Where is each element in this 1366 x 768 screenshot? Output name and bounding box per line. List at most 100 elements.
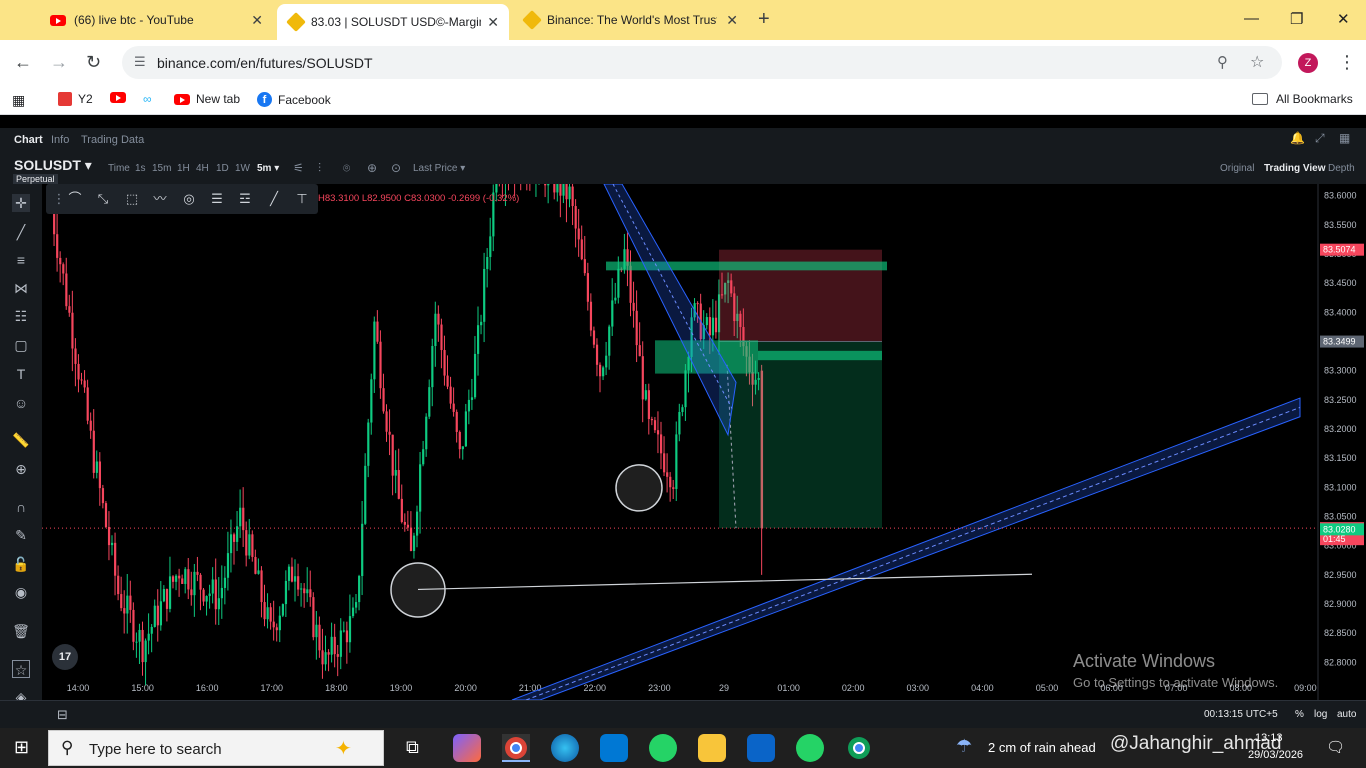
maximize-button[interactable]: ❐: [1290, 10, 1303, 28]
chrome-icon[interactable]: [845, 734, 873, 762]
profile-avatar[interactable]: Z: [1298, 53, 1318, 73]
interval-1h[interactable]: 1H: [177, 163, 190, 174]
close-window-button[interactable]: ✕: [1337, 10, 1350, 28]
all-bookmarks[interactable]: All Bookmarks: [1252, 92, 1353, 106]
store-icon[interactable]: [600, 734, 628, 762]
trash-icon[interactable]: 🗑: [12, 622, 30, 640]
indicators-icon[interactable]: ⚟: [293, 161, 304, 175]
notification-icon[interactable]: 🗨: [1326, 738, 1345, 756]
view-original[interactable]: Original: [1220, 163, 1254, 174]
close-icon[interactable]: ✕: [487, 14, 499, 31]
curve-tool-icon[interactable]: ⌒: [66, 190, 84, 208]
lock-icon[interactable]: 🔓: [12, 555, 30, 573]
new-tab-button[interactable]: +: [758, 8, 770, 31]
channel-tool-icon[interactable]: ☲: [236, 190, 254, 208]
weather-icon[interactable]: ☂: [956, 736, 972, 757]
close-icon[interactable]: ✕: [251, 12, 263, 29]
chart-type-icon[interactable]: ⫶: [318, 161, 321, 176]
auto-toggle[interactable]: auto: [1337, 709, 1356, 720]
view-depth[interactable]: Depth: [1328, 163, 1355, 174]
chrome-icon[interactable]: [502, 734, 530, 762]
price-chart[interactable]: 83.600083.550083.500083.450083.400083.35…: [42, 184, 1366, 700]
parallel-tool-icon[interactable]: ☰: [208, 190, 226, 208]
interval-1s[interactable]: 1s: [135, 163, 146, 174]
interval-time[interactable]: Time: [108, 163, 130, 174]
task-view-icon[interactable]: ⧉: [406, 737, 419, 758]
tab-chart[interactable]: Chart: [14, 134, 43, 146]
draw-mode-icon[interactable]: ✎: [12, 526, 30, 544]
bookmark-y2[interactable]: Y2: [58, 92, 93, 106]
fib-icon[interactable]: ☷: [12, 307, 30, 325]
emoji-icon[interactable]: ☺: [12, 394, 30, 412]
interval-5m[interactable]: 5m ▾: [257, 163, 279, 174]
bookmark-youtube[interactable]: [110, 92, 126, 103]
magnet-icon[interactable]: ∩: [12, 498, 30, 516]
weather-text[interactable]: 2 cm of rain ahead: [988, 740, 1096, 755]
interval-4h[interactable]: 4H: [196, 163, 209, 174]
tab-info[interactable]: Info: [51, 134, 69, 146]
zoom-in-icon[interactable]: ⊕: [12, 460, 30, 478]
symbol-selector[interactable]: SOLUSDT ▾: [14, 157, 92, 174]
forward-icon[interactable]: →: [50, 52, 68, 73]
rectangle-icon[interactable]: ▢: [12, 336, 30, 354]
line-tool-icon[interactable]: ╱: [265, 190, 283, 208]
close-icon[interactable]: ✕: [726, 12, 738, 29]
alert-icon[interactable]: 🔔: [1290, 131, 1305, 145]
outlook-icon[interactable]: [747, 734, 775, 762]
tab-youtube[interactable]: (66) live btc - YouTube ✕: [38, 4, 273, 36]
tradingview-logo[interactable]: 17: [52, 644, 78, 670]
trend-line-icon[interactable]: ╱: [12, 223, 30, 241]
horizontal-lines-icon[interactable]: ≡: [12, 251, 30, 269]
whatsapp-icon[interactable]: [796, 734, 824, 762]
tab-solusdt[interactable]: 83.03 | SOLUSDT USD©-Margin ✕: [277, 4, 509, 40]
address-bar[interactable]: ☰ binance.com/en/futures/SOLUSDT ⚲ ☆: [122, 46, 1282, 79]
ruler-icon[interactable]: 📏: [12, 431, 30, 449]
reload-icon[interactable]: ↻: [86, 52, 101, 73]
expand-icon[interactable]: ⤢: [1315, 131, 1325, 146]
menu-icon[interactable]: ⋮: [1338, 52, 1356, 73]
taskbar-date[interactable]: 29/03/2026: [1248, 749, 1303, 761]
apps-grid-icon[interactable]: ▦: [12, 92, 25, 109]
interval-1w[interactable]: 1W: [235, 163, 250, 174]
minimize-button[interactable]: —: [1244, 10, 1259, 27]
bookmark-new-tab[interactable]: New tab: [174, 92, 240, 106]
grid-icon[interactable]: ▦: [1339, 131, 1350, 145]
add-icon[interactable]: ⊕: [367, 161, 377, 175]
interval-1d[interactable]: 1D: [216, 163, 229, 174]
edge-icon[interactable]: [551, 734, 579, 762]
camera-icon[interactable]: ⌾: [343, 161, 350, 176]
crosshair-icon[interactable]: ✛: [12, 194, 30, 212]
utc-clock[interactable]: 00:13:15 UTC+5: [1204, 709, 1278, 720]
settings-icon[interactable]: ⊙: [391, 161, 401, 175]
candle-body: [376, 321, 379, 342]
whatsapp-icon[interactable]: [649, 734, 677, 762]
ray-tool-icon[interactable]: ⤡: [94, 190, 112, 208]
copilot-icon[interactable]: [453, 734, 481, 762]
windows-start-icon[interactable]: ⊞: [14, 737, 29, 758]
tab-binance[interactable]: Binance: The World's Most Trust ✕: [513, 4, 748, 36]
percent-toggle[interactable]: %: [1295, 709, 1304, 720]
bookmark-star-icon[interactable]: ☆: [1250, 52, 1264, 72]
taskbar-time[interactable]: 13:13: [1255, 732, 1283, 744]
star-icon[interactable]: ☆: [12, 660, 30, 678]
log-toggle[interactable]: log: [1314, 709, 1327, 720]
box-tool-icon[interactable]: ⬚: [123, 190, 141, 208]
file-explorer-icon[interactable]: [698, 734, 726, 762]
bookmark-facebook[interactable]: f Facebook: [257, 92, 331, 107]
date-range-icon[interactable]: ⊟: [57, 707, 68, 723]
zoom-icon[interactable]: ⚲: [1217, 53, 1228, 71]
text-icon[interactable]: T: [12, 365, 30, 383]
path-tool-icon[interactable]: 〰: [151, 190, 169, 208]
bookmark-pinwheel[interactable]: ∞: [143, 92, 152, 106]
price-type-selector[interactable]: Last Price ▾: [413, 163, 465, 174]
back-icon[interactable]: ←: [14, 52, 32, 73]
site-info-icon[interactable]: ☰: [134, 54, 146, 70]
interval-15m[interactable]: 15m: [152, 163, 171, 174]
anchor-tool-icon[interactable]: ⊤: [293, 190, 311, 208]
view-trading-view[interactable]: Trading View: [1264, 163, 1326, 174]
pattern-icon[interactable]: ⋈: [12, 279, 30, 297]
tab-trading-data[interactable]: Trading Data: [81, 134, 144, 146]
taskbar-search[interactable]: ⚲ Type here to search ✦: [48, 730, 384, 766]
circle-tool-icon[interactable]: ◎: [180, 190, 198, 208]
eye-icon[interactable]: ◉: [12, 583, 30, 601]
